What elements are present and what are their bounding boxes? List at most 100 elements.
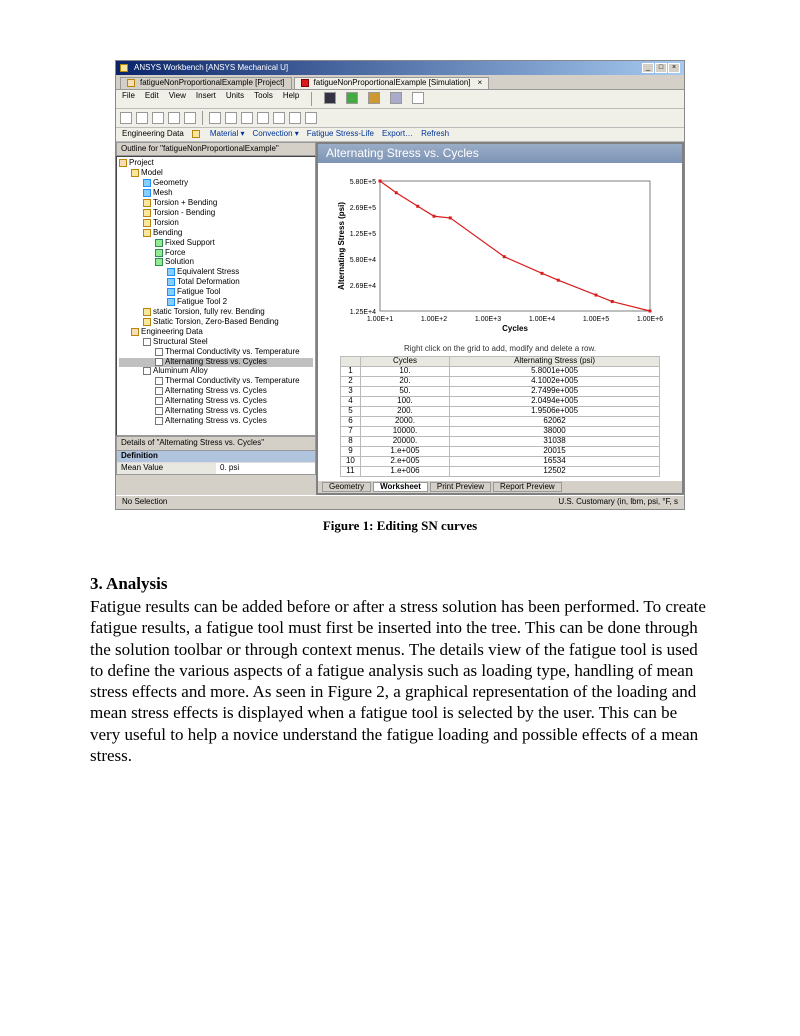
table-row[interactable]: 5200.1.9506e+005	[340, 406, 659, 416]
tool-icon[interactable]	[168, 112, 180, 124]
table-cell[interactable]: 16534	[450, 456, 660, 466]
table-row[interactable]: 91.e+00520015	[340, 446, 659, 456]
table-cell[interactable]: 1.e+005	[360, 446, 449, 456]
outline-tree[interactable]: ProjectModelGeometryMeshTorsion + Bendin…	[116, 156, 316, 436]
sn-data-grid[interactable]: CyclesAlternating Stress (psi)110.5.8001…	[340, 356, 660, 477]
tree-node[interactable]: Model	[119, 169, 313, 179]
table-cell[interactable]: 10	[340, 456, 360, 466]
table-row[interactable]: 62000.62062	[340, 416, 659, 426]
tool-icon[interactable]	[225, 112, 237, 124]
table-row[interactable]: 110.5.8001e+005	[340, 366, 659, 376]
tool-icon-4[interactable]	[412, 92, 424, 104]
table-row[interactable]: 111.e+00612502	[340, 466, 659, 476]
tree-node[interactable]: Bending	[119, 229, 313, 239]
table-cell[interactable]: 31038	[450, 436, 660, 446]
tool-icon[interactable]	[257, 112, 269, 124]
table-cell[interactable]: 6	[340, 416, 360, 426]
table-row[interactable]: 710000.38000	[340, 426, 659, 436]
details-value[interactable]: 0. psi	[216, 463, 315, 474]
table-cell[interactable]: 20000.	[360, 436, 449, 446]
tree-node[interactable]: Geometry	[119, 179, 313, 189]
tree-node[interactable]: Alternating Stress vs. Cycles	[119, 358, 313, 368]
table-cell[interactable]: 10.	[360, 366, 449, 376]
convection-dropdown[interactable]: Convection ▾	[253, 130, 299, 139]
tool-icon[interactable]	[289, 112, 301, 124]
tree-node[interactable]: Torsion	[119, 219, 313, 229]
table-cell[interactable]: 20.	[360, 376, 449, 386]
tool-icon-3[interactable]	[390, 92, 402, 104]
close-button[interactable]: ×	[668, 63, 680, 73]
tree-node[interactable]: Alternating Stress vs. Cycles	[119, 417, 313, 427]
tab-worksheet[interactable]: Worksheet	[373, 482, 428, 493]
tool-icon-2[interactable]	[368, 92, 380, 104]
table-cell[interactable]: 62062	[450, 416, 660, 426]
grid-header[interactable]: Cycles	[360, 356, 449, 366]
material-dropdown[interactable]: Material ▾	[210, 130, 245, 139]
table-row[interactable]: 350.2.7499e+005	[340, 386, 659, 396]
table-cell[interactable]: 5	[340, 406, 360, 416]
tree-node[interactable]: Engineering Data	[119, 328, 313, 338]
table-cell[interactable]: 20015	[450, 446, 660, 456]
tab-project[interactable]: fatigueNonProportionalExample [Project]	[120, 77, 292, 89]
menu-file[interactable]: File	[122, 92, 135, 106]
table-row[interactable]: 102.e+00516534	[340, 456, 659, 466]
menu-edit[interactable]: Edit	[145, 92, 159, 106]
save-icon[interactable]	[324, 92, 336, 104]
tree-node[interactable]: Torsion - Bending	[119, 209, 313, 219]
minimize-button[interactable]: _	[642, 63, 654, 73]
table-cell[interactable]: 1.9506e+005	[450, 406, 660, 416]
table-row[interactable]: 4100.2.0494e+005	[340, 396, 659, 406]
menu-tools[interactable]: Tools	[254, 92, 273, 106]
table-cell[interactable]: 2000.	[360, 416, 449, 426]
table-cell[interactable]: 2.e+005	[360, 456, 449, 466]
menu-insert[interactable]: Insert	[196, 92, 216, 106]
engineering-data-btn[interactable]: Engineering Data	[122, 130, 184, 139]
table-cell[interactable]: 12502	[450, 466, 660, 476]
menu-view[interactable]: View	[169, 92, 186, 106]
tab-geometry[interactable]: Geometry	[322, 482, 371, 493]
tool-icon[interactable]	[120, 112, 132, 124]
tab-report-preview[interactable]: Report Preview	[493, 482, 562, 493]
tool-icon[interactable]	[305, 112, 317, 124]
table-cell[interactable]: 11	[340, 466, 360, 476]
table-cell[interactable]: 2.0494e+005	[450, 396, 660, 406]
table-cell[interactable]: 7	[340, 426, 360, 436]
table-cell[interactable]: 9	[340, 446, 360, 456]
table-cell[interactable]: 10000.	[360, 426, 449, 436]
tool-icon[interactable]	[273, 112, 285, 124]
tree-node[interactable]: Force	[119, 249, 313, 259]
table-cell[interactable]: 3	[340, 386, 360, 396]
menu-help[interactable]: Help	[283, 92, 299, 106]
table-cell[interactable]: 5.8001e+005	[450, 366, 660, 376]
details-row[interactable]: Mean Value 0. psi	[117, 462, 315, 474]
table-cell[interactable]: 200.	[360, 406, 449, 416]
maximize-button[interactable]: □	[655, 63, 667, 73]
close-icon[interactable]: ×	[478, 79, 483, 88]
tool-icon[interactable]	[184, 112, 196, 124]
grid-header[interactable]: Alternating Stress (psi)	[450, 356, 660, 366]
refresh-btn[interactable]: Refresh	[421, 130, 449, 139]
table-cell[interactable]: 38000	[450, 426, 660, 436]
table-cell[interactable]: 2.7499e+005	[450, 386, 660, 396]
tool-icon[interactable]	[136, 112, 148, 124]
tool-icon[interactable]	[152, 112, 164, 124]
tool-icon[interactable]	[241, 112, 253, 124]
tool-icon-1[interactable]	[346, 92, 358, 104]
tree-node[interactable]: Torsion + Bending	[119, 199, 313, 209]
tool-icon[interactable]	[209, 112, 221, 124]
table-cell[interactable]: 8	[340, 436, 360, 446]
tab-print-preview[interactable]: Print Preview	[430, 482, 491, 493]
table-row[interactable]: 820000.31038	[340, 436, 659, 446]
table-cell[interactable]: 4	[340, 396, 360, 406]
table-cell[interactable]: 50.	[360, 386, 449, 396]
grid-header[interactable]	[340, 356, 360, 366]
table-cell[interactable]: 4.1002e+005	[450, 376, 660, 386]
tab-simulation[interactable]: fatigueNonProportionalExample [Simulatio…	[294, 77, 490, 89]
table-cell[interactable]: 100.	[360, 396, 449, 406]
tree-node[interactable]: Fixed Support	[119, 239, 313, 249]
fatigue-stress-life-btn[interactable]: Fatigue Stress-Life	[307, 130, 374, 139]
menu-units[interactable]: Units	[226, 92, 244, 106]
table-cell[interactable]: 1.e+006	[360, 466, 449, 476]
table-row[interactable]: 220.4.1002e+005	[340, 376, 659, 386]
export-btn[interactable]: Export…	[382, 130, 413, 139]
